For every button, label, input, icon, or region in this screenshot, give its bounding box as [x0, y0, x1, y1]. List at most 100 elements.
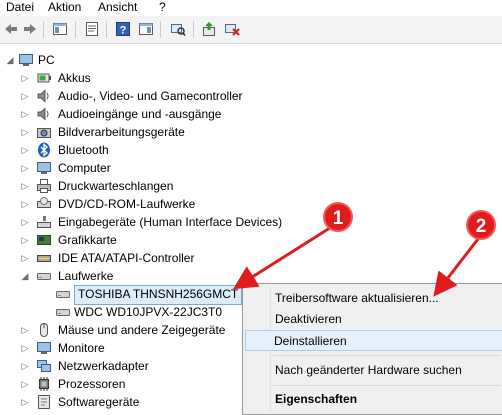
menu-item-properties[interactable]: Eigenschaften	[245, 389, 502, 410]
expand-arrow-icon[interactable]: ▷	[20, 231, 30, 249]
drive-icon	[36, 268, 52, 284]
tree-label: Monitore	[58, 341, 105, 355]
tree-node[interactable]: ▷ Akkus	[0, 69, 502, 87]
scan-hardware-icon[interactable]	[170, 21, 186, 37]
graphics-card-icon	[36, 232, 52, 248]
tree-label: IDE ATA/ATAPI-Controller	[58, 251, 195, 265]
tree-label: Audio-, Video- und Gamecontroller	[58, 89, 243, 103]
toolbar-separator	[75, 21, 76, 38]
tree-node[interactable]: ▷ Eingabegeräte (Human Interface Devices)	[0, 213, 502, 231]
bluetooth-icon	[36, 142, 52, 158]
show-hide-console-tree-icon[interactable]	[52, 21, 68, 37]
menu-item-update-driver[interactable]: Treibersoftware aktualisieren...	[245, 288, 502, 309]
update-driver-icon[interactable]	[201, 21, 217, 37]
tree-label: Prozessoren	[58, 377, 126, 391]
collapse-arrow-icon[interactable]: ◢	[20, 267, 30, 285]
drive-icon	[55, 304, 71, 320]
expand-arrow-icon[interactable]: ▷	[20, 375, 30, 393]
speaker-icon	[36, 106, 52, 122]
tree-label: DVD/CD-ROM-Laufwerke	[58, 197, 196, 211]
tree-node[interactable]: ▷ Bluetooth	[0, 141, 502, 159]
tree-label: Laufwerke	[58, 269, 114, 283]
tree-node[interactable]: ▷ Computer	[0, 159, 502, 177]
menu-item-disable[interactable]: Deaktivieren	[245, 309, 502, 330]
processor-icon	[36, 376, 52, 392]
tree-label-pc: PC	[38, 53, 55, 67]
expand-arrow-icon[interactable]: ▷	[20, 87, 30, 105]
menu-divider	[273, 355, 501, 356]
expand-arrow-icon[interactable]: ▷	[20, 69, 30, 87]
tree-node[interactable]: ▷ Bildverarbeitungsgeräte	[0, 123, 502, 141]
tree-label: Grafikkarte	[58, 233, 117, 247]
svg-text:?: ?	[120, 25, 127, 37]
tree-label: Audioeingänge und -ausgänge	[58, 107, 222, 121]
expand-arrow-icon[interactable]: ▷	[20, 393, 30, 411]
toolbar: ?	[0, 16, 502, 44]
toolbar-separator	[160, 21, 161, 38]
software-device-icon	[36, 394, 52, 410]
expand-arrow-icon[interactable]: ▷	[20, 357, 30, 375]
callout-badge-1: 1	[323, 202, 353, 232]
expand-arrow-icon[interactable]: ▷	[20, 213, 30, 231]
action-pane-icon[interactable]	[138, 21, 154, 37]
tree-node[interactable]: ▷ Audioeingänge und -ausgänge	[0, 105, 502, 123]
menu-item-label: Treibersoftware aktualisieren...	[275, 291, 439, 305]
camera-icon	[36, 124, 52, 140]
tree-label: TOSHIBA THNSNH256GMCT	[74, 285, 243, 305]
tree-label: Bildverarbeitungsgeräte	[58, 125, 185, 139]
context-menu: Treibersoftware aktualisieren... Deaktiv…	[242, 283, 502, 415]
properties-icon[interactable]	[84, 21, 100, 37]
expand-arrow-icon[interactable]: ▷	[20, 159, 30, 177]
menu-item-label: Eigenschaften	[275, 392, 358, 406]
menu-bar: Datei Aktion Ansicht ?	[0, 0, 502, 16]
tree-node[interactable]: ▷ IDE ATA/ATAPI-Controller	[0, 249, 502, 267]
expand-arrow-icon[interactable]: ▷	[20, 123, 30, 141]
menu-help[interactable]: ?	[157, 0, 168, 16]
tree-label: WDC WD10JPVX-22JC3T0	[74, 305, 223, 319]
menu-item-label: Deinstallieren	[274, 334, 347, 348]
tree-label: Druckwarteschlangen	[58, 179, 174, 193]
expand-arrow-icon[interactable]: ▷	[20, 339, 30, 357]
menu-action[interactable]: Aktion	[46, 0, 83, 16]
tree-node[interactable]: ▷ Audio-, Video- und Gamecontroller	[0, 87, 502, 105]
uninstall-device-icon[interactable]	[224, 21, 240, 37]
tree-node-pc[interactable]: ◢ PC	[0, 51, 502, 69]
expand-arrow-icon[interactable]: ▷	[20, 321, 30, 339]
tree-node[interactable]: ▷ DVD/CD-ROM-Laufwerke	[0, 195, 502, 213]
expand-arrow-icon[interactable]: ▷	[20, 249, 30, 267]
battery-icon	[36, 70, 52, 86]
hid-icon	[36, 214, 52, 230]
printer-icon	[36, 178, 52, 194]
tree-label: Mäuse und andere Zeigegeräte	[58, 323, 226, 337]
speaker-icon	[36, 88, 52, 104]
expand-arrow-icon[interactable]: ▷	[20, 141, 30, 159]
back-arrow-icon[interactable]	[3, 21, 19, 37]
tree-label: Bluetooth	[58, 143, 109, 157]
network-icon	[36, 358, 52, 374]
computer-icon	[18, 52, 34, 68]
toolbar-separator	[106, 21, 107, 38]
menu-view[interactable]: Ansicht	[96, 0, 139, 16]
tree-node[interactable]: ▷ Grafikkarte	[0, 231, 502, 249]
menu-file[interactable]: Datei	[4, 0, 36, 16]
tree-label: Computer	[58, 161, 111, 175]
forward-arrow-icon[interactable]	[22, 21, 38, 37]
expand-arrow-icon[interactable]: ▷	[20, 195, 30, 213]
expand-arrow-icon[interactable]: ▷	[20, 105, 30, 123]
toolbar-separator	[43, 21, 44, 38]
menu-item-label: Nach geänderter Hardware suchen	[275, 363, 462, 377]
menu-item-scan-hardware[interactable]: Nach geänderter Hardware suchen	[245, 360, 502, 381]
monitor-icon	[36, 160, 52, 176]
collapse-arrow-icon[interactable]: ◢	[5, 51, 15, 69]
tree-label: Akkus	[58, 71, 91, 85]
tree-node[interactable]: ▷ Druckwarteschlangen	[0, 177, 502, 195]
monitor-icon	[36, 340, 52, 356]
toolbar-separator	[193, 21, 194, 38]
help-icon[interactable]: ?	[115, 21, 131, 37]
expand-arrow-icon[interactable]: ▷	[20, 177, 30, 195]
menu-item-label: Deaktivieren	[275, 312, 342, 326]
controller-icon	[36, 250, 52, 266]
menu-item-uninstall[interactable]: Deinstallieren	[245, 330, 502, 351]
disc-drive-icon	[36, 196, 52, 212]
drive-icon	[55, 286, 71, 302]
